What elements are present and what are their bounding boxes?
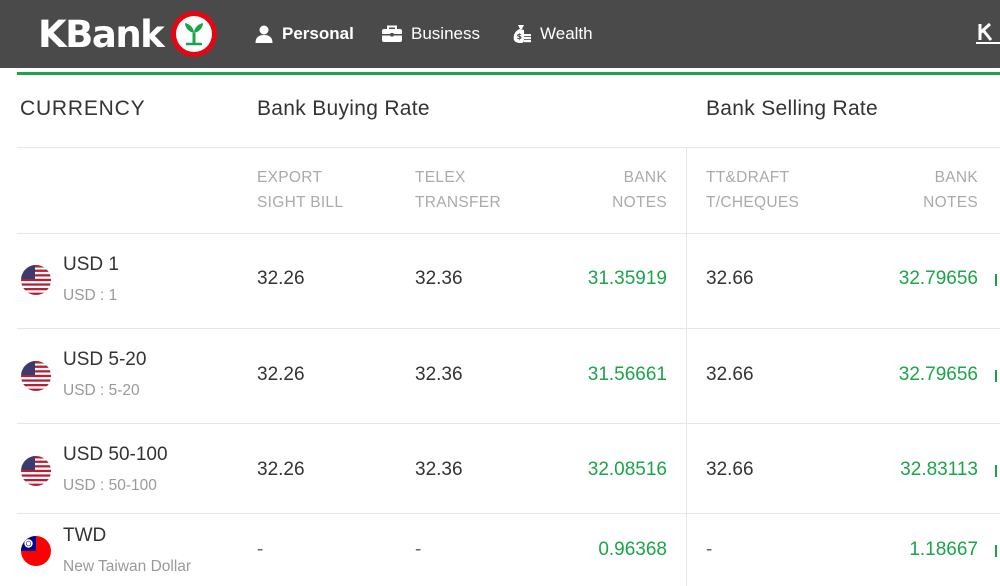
tt-draft-value: 32.66 [706, 459, 754, 480]
header-divider [17, 147, 1000, 148]
buy-bank-notes-value: 31.56661 [587, 364, 667, 385]
sell-bank-notes-value: 32.79656 [898, 268, 978, 289]
sell-bank-notes-subheader: BANK NOTES [923, 169, 978, 211]
export-sight-bill-value: - [257, 539, 264, 560]
row-edge-indicator [995, 465, 1000, 477]
export-sight-bill-value: 32.26 [257, 459, 305, 480]
buy-bank-notes-value: 31.35919 [587, 268, 667, 289]
export-sight-bill-subheader: EXPORT SIGHT BILL [257, 169, 344, 211]
nav-wealth[interactable]: $ Wealth [510, 0, 593, 68]
currency-name: TWD [63, 525, 107, 546]
selling-rate-header: Bank Selling Rate [706, 97, 879, 120]
row-divider [17, 328, 1000, 329]
row-divider [17, 513, 1000, 514]
kbank-emblem-icon [171, 11, 218, 57]
export-sight-bill-value: 32.26 [257, 268, 305, 289]
currency-subtitle: New Taiwan Dollar [63, 558, 192, 575]
nav-personal-label: Personal [282, 24, 354, 43]
money-bag-icon: $ [513, 25, 531, 43]
currency-subtitle: USD : 1 [63, 287, 118, 304]
nav-business-label: Business [411, 24, 480, 43]
telex-transfer-subheader: TELEX TRANSFER [415, 169, 501, 211]
nav-wealth-label: Wealth [540, 24, 593, 43]
buy-bank-notes-value: 0.96368 [598, 539, 667, 560]
tt-draft-value: 32.66 [706, 268, 754, 289]
brand-name: KBank [38, 12, 165, 56]
telex-transfer-value: 32.36 [415, 459, 463, 480]
tt-draft-subheader: TT&DRAFT T/CHEQUES [706, 169, 800, 211]
export-sight-bill-value: 32.26 [257, 364, 305, 385]
us-flag-icon [21, 456, 51, 486]
currency-name: USD 50-100 [63, 444, 168, 465]
sell-bank-notes-value: 1.18667 [909, 539, 978, 560]
telex-transfer-value: 32.36 [415, 268, 463, 289]
us-flag-icon [21, 361, 51, 391]
sell-bank-notes-value: 32.79656 [898, 364, 978, 385]
buy-sell-column-divider [686, 148, 687, 586]
subheader-divider [17, 233, 1000, 234]
kbank-logo[interactable]: KBank [38, 10, 218, 58]
secondary-logo-icon[interactable] [974, 20, 1000, 48]
buying-rate-header: Bank Buying Rate [257, 97, 430, 120]
svg-text:$: $ [517, 32, 523, 41]
row-divider [17, 423, 1000, 424]
row-edge-indicator [995, 545, 1000, 557]
currency-subtitle: USD : 50-100 [63, 477, 157, 494]
buy-bank-notes-subheader: BANK NOTES [612, 169, 667, 211]
row-edge-indicator [995, 274, 1000, 286]
nav-personal[interactable]: Personal [254, 0, 354, 68]
tt-draft-value: 32.66 [706, 364, 754, 385]
sell-bank-notes-value: 32.83113 [900, 459, 978, 480]
nav-business[interactable]: Business [381, 0, 480, 68]
header-accent-line [17, 72, 1000, 75]
row-edge-indicator [995, 370, 1000, 382]
top-navigation-bar: KBank Personal Business $ Wealth [0, 0, 1000, 68]
currency-subtitle: USD : 5-20 [63, 382, 140, 399]
us-flag-icon [21, 265, 51, 295]
currency-column-header: CURRENCY [20, 97, 146, 120]
taiwan-flag-icon [21, 536, 51, 566]
telex-transfer-value: 32.36 [415, 364, 463, 385]
person-icon [255, 25, 273, 43]
currency-name: USD 1 [63, 254, 119, 275]
briefcase-icon [382, 25, 402, 42]
buy-bank-notes-value: 32.08516 [587, 459, 667, 480]
currency-name: USD 5-20 [63, 349, 147, 370]
tt-draft-value: - [706, 539, 713, 560]
telex-transfer-value: - [415, 539, 422, 560]
